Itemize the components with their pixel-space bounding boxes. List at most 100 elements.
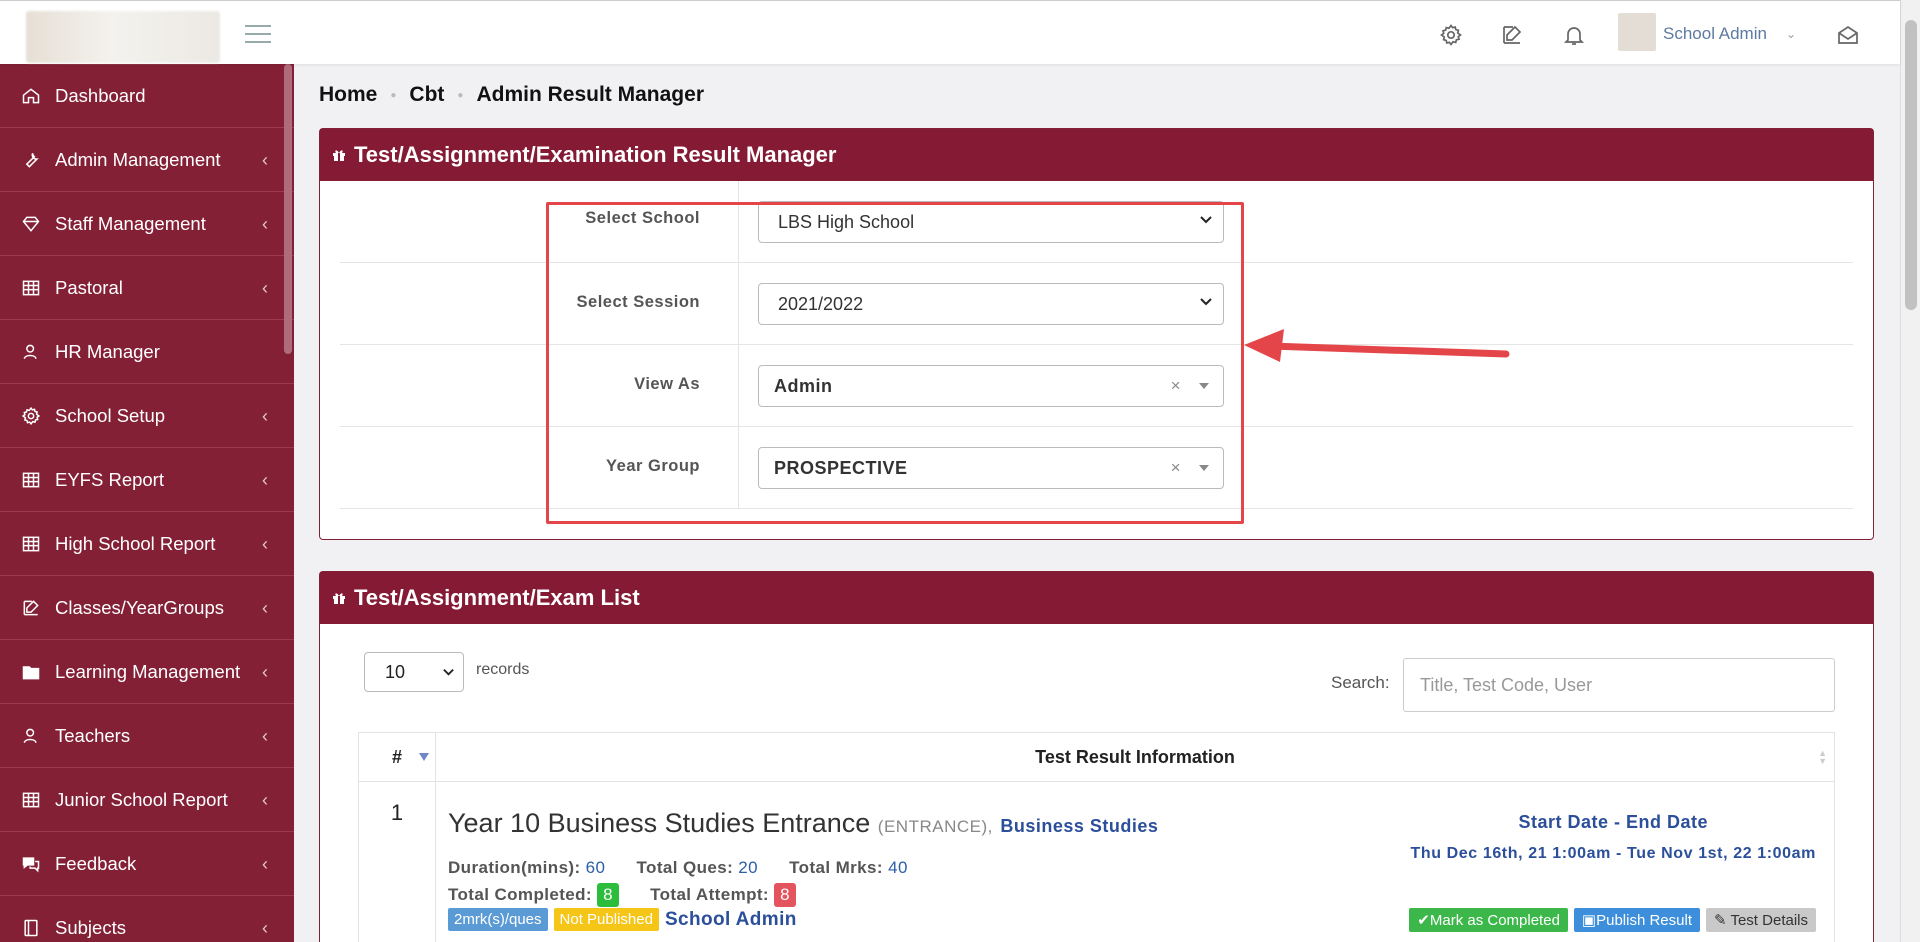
marks-per-question-tag: 2mrk(s)/ques	[448, 908, 548, 931]
sidebar-item-label: EYFS Report	[55, 468, 164, 490]
result-manager-header: Test/Assignment/Examination Result Manag…	[320, 129, 1873, 181]
bell-icon[interactable]	[1560, 21, 1588, 49]
publish-result-button[interactable]: ▣Publish Result	[1573, 908, 1700, 932]
chevron-left-icon: ‹	[262, 790, 268, 810]
book-icon	[20, 917, 42, 939]
results-table: # Test Result Information ▲ ▼ 1 Year 10 B…	[358, 732, 1835, 942]
test-author[interactable]: School Admin	[665, 909, 797, 931]
chevron-down-icon	[1200, 216, 1212, 224]
avatar[interactable]	[1618, 13, 1656, 51]
chevron-left-icon: ‹	[262, 534, 268, 554]
test-subject[interactable]: Business Studies	[1000, 816, 1158, 836]
user-icon	[20, 341, 42, 363]
test-title: Year 10 Business Studies Entrance	[448, 808, 871, 838]
chat-icon	[20, 853, 42, 875]
session-select[interactable]: 2021/2022	[758, 283, 1224, 325]
edit-icon[interactable]	[1498, 21, 1526, 49]
result-manager-panel: Test/Assignment/Examination Result Manag…	[319, 128, 1874, 540]
completed-badge: 8	[597, 883, 619, 907]
sidebar-item-eyfs-report[interactable]: EYFS Report ‹	[0, 448, 294, 512]
top-header: School Admin ⌄	[0, 0, 1900, 64]
sidebar-item-school-setup[interactable]: School Setup ‹	[0, 384, 294, 448]
school-label: Select School	[585, 209, 700, 227]
clear-icon[interactable]: ×	[1171, 376, 1181, 396]
sidebar-scrollbar[interactable]	[284, 64, 292, 354]
test-title-line: Year 10 Business Studies Entrance (ENTRA…	[448, 808, 1158, 839]
chevron-left-icon: ‹	[262, 150, 268, 170]
breadcrumb-separator: ●	[457, 89, 464, 101]
details-icon: ✎	[1714, 912, 1731, 929]
gear-icon	[20, 405, 42, 427]
sidebar-item-label: Classes/YearGroups	[55, 596, 224, 618]
sidebar-item-junior-school-report[interactable]: Junior School Report ‹	[0, 768, 294, 832]
grid-icon	[20, 277, 42, 299]
sidebar-item-label: Subjects	[55, 916, 126, 938]
year-group-row: Year Group PROSPECTIVE ×	[340, 427, 1853, 509]
chevron-left-icon: ‹	[262, 662, 268, 682]
page-length-select[interactable]: 10	[364, 652, 464, 692]
sidebar-item-label: Staff Management	[55, 212, 206, 234]
sidebar-item-label: Learning Management	[55, 660, 241, 682]
sidebar-item-subjects[interactable]: Subjects ‹	[0, 896, 294, 942]
test-dates: Start Date - End Date Thu Dec 16th, 21 1…	[1410, 812, 1816, 863]
sidebar: Dashboard Admin Management ‹ Staff Manageme…	[0, 64, 294, 942]
diamond-icon	[20, 213, 42, 235]
chevron-down-icon	[1200, 298, 1212, 306]
sidebar-item-hr-manager[interactable]: HR Manager	[0, 320, 294, 384]
year-group-select-value: PROSPECTIVE	[774, 457, 908, 478]
breadcrumb-cbt[interactable]: Cbt	[409, 83, 444, 107]
result-manager-title: Test/Assignment/Examination Result Manag…	[354, 142, 837, 167]
table-header: # Test Result Information ▲ ▼	[358, 732, 1835, 782]
test-attempts-line: Total Completed: 8 Total Attempt: 8	[448, 883, 796, 907]
sidebar-item-label: Junior School Report	[55, 788, 228, 810]
year-group-select[interactable]: PROSPECTIVE ×	[758, 447, 1224, 489]
mark-completed-button[interactable]: ✔Mark as Completed	[1409, 908, 1568, 932]
sidebar-item-label: Admin Management	[55, 148, 221, 170]
session-row: Select Session 2021/2022	[340, 263, 1853, 345]
column-test-result-information[interactable]: Test Result Information ▲ ▼	[436, 733, 1834, 781]
grid-icon	[20, 533, 42, 555]
mail-open-icon[interactable]	[1834, 21, 1862, 49]
sidebar-item-staff-management[interactable]: Staff Management ‹	[0, 192, 294, 256]
school-logo[interactable]	[26, 11, 220, 63]
sidebar-item-pastoral[interactable]: Pastoral ‹	[0, 256, 294, 320]
sidebar-item-teachers[interactable]: Teachers ‹	[0, 704, 294, 768]
records-label: records	[476, 661, 530, 678]
chevron-left-icon: ‹	[262, 406, 268, 426]
test-code: (ENTRANCE),	[877, 817, 993, 836]
view-as-select[interactable]: Admin ×	[758, 365, 1224, 407]
sidebar-item-learning-management[interactable]: Learning Management ‹	[0, 640, 294, 704]
sort-icon: ▲ ▼	[1818, 748, 1827, 766]
exam-list-header: Test/Assignment/Exam List	[320, 572, 1873, 624]
user-menu[interactable]: School Admin	[1663, 24, 1767, 44]
folder-icon	[20, 661, 42, 683]
menu-toggle-icon[interactable]	[245, 25, 271, 43]
page-scrollbar-thumb[interactable]	[1905, 20, 1917, 310]
marks-value: 40	[888, 858, 908, 877]
sidebar-item-classes-yeargroups[interactable]: Classes/YearGroups ‹	[0, 576, 294, 640]
search-label: Search:	[1331, 673, 1390, 692]
search-input[interactable]	[1403, 658, 1835, 712]
test-details-button[interactable]: ✎ Test Details	[1706, 908, 1816, 932]
column-index[interactable]: #	[359, 733, 436, 781]
publish-status-tag: Not Published	[553, 908, 659, 931]
sidebar-item-dashboard[interactable]: Dashboard	[0, 64, 294, 128]
row-actions: ✔Mark as Completed ▣Publish Result ✎ Tes…	[1403, 908, 1816, 932]
sort-desc-icon	[419, 753, 429, 761]
duration-value: 60	[585, 858, 606, 877]
sidebar-item-feedback[interactable]: Feedback ‹	[0, 832, 294, 896]
exam-list-title: Test/Assignment/Exam List	[354, 585, 640, 610]
gear-icon[interactable]	[1437, 21, 1465, 49]
page-scrollbar[interactable]	[1900, 0, 1920, 942]
clear-icon[interactable]: ×	[1171, 458, 1181, 478]
row-index: 1	[359, 782, 436, 942]
school-select[interactable]: LBS High School	[758, 201, 1224, 243]
breadcrumb-home[interactable]: Home	[319, 83, 377, 107]
breadcrumb-current: Admin Result Manager	[476, 83, 704, 106]
chevron-down-icon[interactable]: ⌄	[1786, 27, 1796, 41]
sidebar-item-high-school-report[interactable]: High School Report ‹	[0, 512, 294, 576]
gift-icon	[333, 150, 345, 161]
sidebar-item-label: Pastoral	[55, 276, 123, 298]
sidebar-item-admin-management[interactable]: Admin Management ‹	[0, 128, 294, 192]
row-content: Year 10 Business Studies Entrance (ENTRA…	[436, 782, 1834, 942]
